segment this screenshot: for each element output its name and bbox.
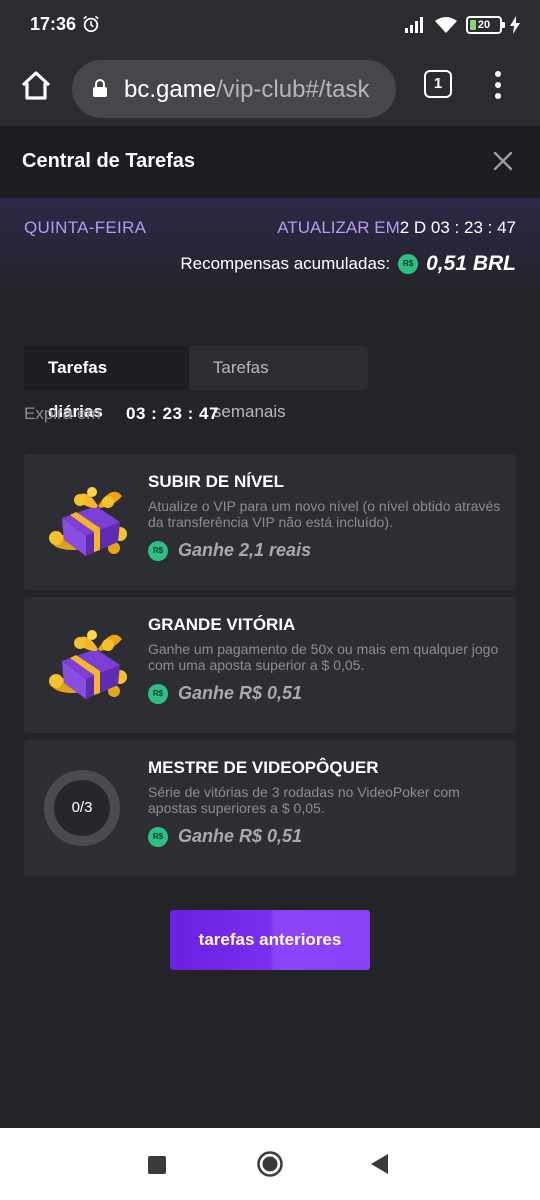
task-reward: R$ Ganhe R$ 0,51: [148, 683, 302, 704]
task-tabs: Tarefas diárias Tarefas semanais: [24, 346, 368, 421]
battery-icon: 20: [466, 16, 505, 34]
weekday-label: QUINTA-FEIRA: [24, 218, 147, 237]
task-reward: R$ Ganhe 2,1 reais: [148, 540, 311, 561]
task-banner: QUINTA-FEIRA ATUALIZAR EM2 D 03 : 23 : 4…: [0, 198, 540, 298]
refresh-label: ATUALIZAR EM: [277, 218, 400, 237]
more-menu-icon[interactable]: [486, 70, 510, 100]
refresh-value: 2 D 03 : 23 : 47: [399, 218, 516, 237]
task-reward-text: Ganhe R$ 0,51: [178, 683, 303, 703]
gift-box-icon: [49, 487, 127, 556]
rewards-value: 0,51 BRL: [426, 252, 516, 275]
tab-daily-tasks[interactable]: Tarefas diárias: [24, 346, 189, 421]
battery-cap: [502, 22, 505, 28]
brl-coin-icon: R$: [148, 540, 168, 561]
expire-label: Expira em: [24, 404, 101, 423]
url-path: /vip-club#/task: [216, 76, 370, 103]
task-reward-text: Ganhe R$ 0,51: [178, 826, 303, 846]
status-bar: 17:36 20: [0, 0, 540, 52]
previous-tasks-button[interactable]: tarefas anteriores: [170, 910, 370, 970]
modal-header: Central de Tarefas: [0, 126, 540, 198]
browser-toolbar: bc.game/vip-club#/task 1: [0, 52, 540, 126]
modal-title: Central de Tarefas: [22, 150, 196, 172]
task-card-level-up: SUBIR DE NÍVEL Atualize o VIP para um no…: [24, 454, 516, 590]
status-icons: 20: [404, 14, 520, 36]
back-icon[interactable]: [368, 1152, 390, 1176]
brl-coin-icon: R$: [148, 683, 168, 704]
task-description: Série de vitórias de 3 rodadas no VideoP…: [148, 784, 460, 816]
brl-coin-icon: R$: [148, 826, 168, 847]
battery-level: 20: [477, 19, 491, 31]
expire-countdown: 03 : 23 : 47: [126, 404, 219, 423]
home-icon[interactable]: [16, 66, 56, 106]
accumulated-rewards: Recompensas acumuladas: R$ 0,51 BRL: [180, 252, 516, 276]
task-title: SUBIR DE NÍVEL: [148, 472, 285, 491]
task-description: Atualize o VIP para um novo nível (o nív…: [148, 498, 501, 530]
brl-coin-icon: R$: [398, 254, 419, 274]
progress-count: 0/3: [71, 799, 93, 816]
task-title: MESTRE DE VIDEOPÔQUER: [148, 758, 379, 777]
task-card-videopoker-master: 0/3 MESTRE DE VIDEOPÔQUER Série de vitór…: [24, 740, 516, 876]
task-reward-text: Ganhe 2,1 reais: [178, 540, 312, 560]
task-title: GRANDE VITÓRIA: [148, 615, 296, 634]
android-navigation-bar: [0, 1128, 540, 1200]
url-domain: bc.game: [124, 76, 217, 103]
close-icon[interactable]: [492, 150, 514, 172]
signal-icon: [405, 17, 423, 33]
status-time: 17:36: [30, 14, 77, 34]
recent-apps-icon[interactable]: [148, 1156, 166, 1174]
alarm-icon: [83, 15, 99, 33]
refresh-countdown: ATUALIZAR EM2 D 03 : 23 : 47: [277, 218, 516, 238]
task-reward: R$ Ganhe R$ 0,51: [148, 826, 302, 847]
lock-icon: [93, 79, 107, 97]
task-description: Ganhe um pagamento de 50x ou mais em qua…: [148, 641, 499, 673]
home-circle-icon[interactable]: [256, 1150, 284, 1178]
url-text: bc.game/vip-club#/task: [124, 76, 369, 104]
charging-icon: [510, 16, 520, 34]
wifi-icon: [435, 17, 457, 33]
tab-switcher-button[interactable]: 1: [424, 70, 452, 98]
url-bar[interactable]: bc.game/vip-club#/task: [72, 60, 396, 118]
gift-box-icon: [49, 630, 127, 699]
rewards-label: Recompensas acumuladas:: [180, 254, 391, 273]
tab-weekly-tasks[interactable]: Tarefas semanais: [189, 346, 368, 421]
task-card-big-win: GRANDE VITÓRIA Ganhe um pagamento de 50x…: [24, 597, 516, 733]
